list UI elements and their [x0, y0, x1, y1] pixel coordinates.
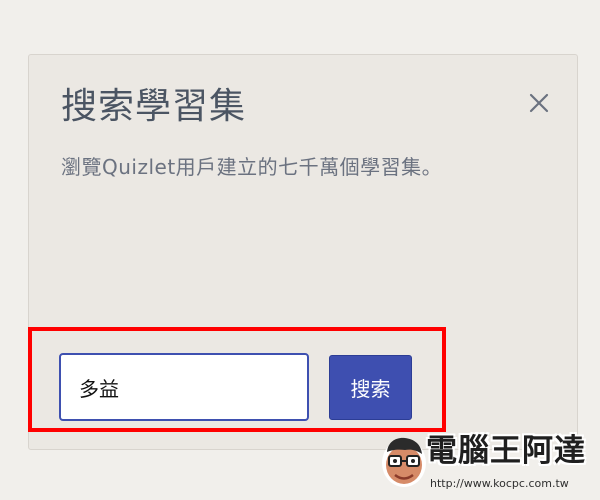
mascot-face-icon: [382, 437, 426, 487]
dialog-description: 瀏覽Quizlet用戶建立的七千萬個學習集。: [61, 155, 443, 179]
close-icon: [529, 93, 549, 113]
search-input[interactable]: [59, 353, 309, 421]
close-button[interactable]: [527, 91, 551, 115]
search-button[interactable]: 搜索: [329, 355, 412, 420]
watermark: 電腦王阿達 http://www.kocpc.com.tw: [378, 430, 585, 496]
watermark-title: 電腦王阿達: [426, 433, 586, 469]
watermark-url: http://www.kocpc.com.tw: [430, 477, 569, 490]
dialog-title: 搜索學習集: [61, 86, 247, 127]
